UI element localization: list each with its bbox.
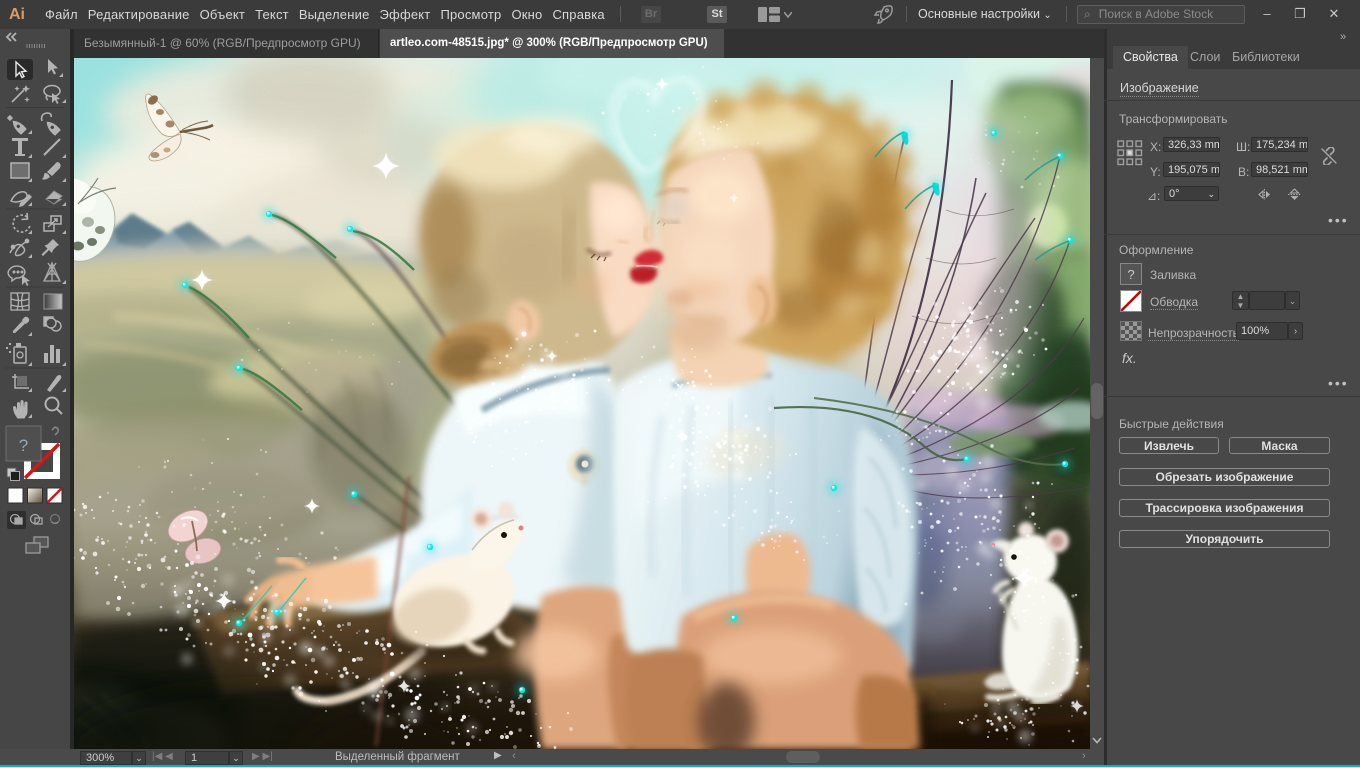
svg-text:?: ? bbox=[19, 436, 28, 455]
